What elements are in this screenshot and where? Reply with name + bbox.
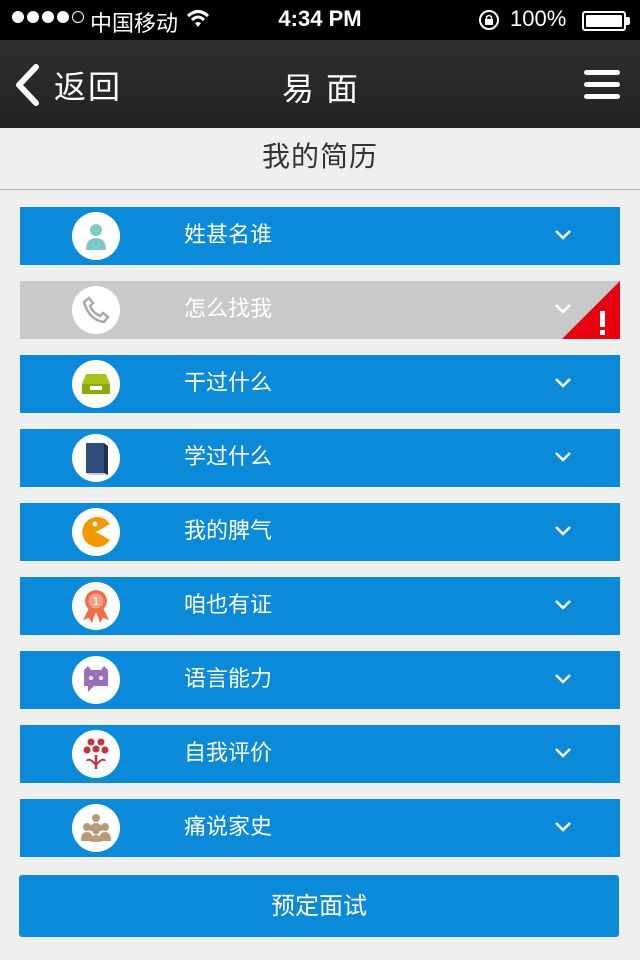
book-icon [72,434,120,482]
chevron-down-icon [555,822,571,832]
section-label: 我的脾气 [184,519,273,544]
chevron-down-icon [555,600,571,610]
section-name[interactable]: 姓甚名谁 [20,207,620,265]
section-self-evaluation[interactable]: 自我评价 [20,725,620,783]
warning-icon [562,281,620,339]
award-ribbon-icon: 1 [72,582,120,630]
section-label: 怎么找我 [184,297,273,322]
section-personality[interactable]: 我的脾气 [20,503,620,561]
chevron-down-icon [555,526,571,536]
chat-bubble-icon [72,656,120,704]
hamburger-icon [584,70,620,75]
section-label: 语言能力 [184,667,273,692]
page-heading-bar: 我的简历 [0,128,640,190]
person-icon [72,212,120,260]
chevron-down-icon [555,748,571,758]
section-family-background[interactable]: 痛说家史 [20,799,620,857]
section-label: 姓甚名谁 [184,223,273,248]
chevron-down-icon [555,230,571,240]
phone-icon [72,286,120,334]
menu-button[interactable] [584,70,620,100]
page-title: 我的简历 [261,140,378,173]
chevron-down-icon [555,674,571,684]
section-label: 自我评价 [184,741,273,766]
status-bar: 中国移动 4:34 PM 100% [0,0,640,40]
flower-icon [72,730,120,778]
rotation-lock-icon [478,9,500,35]
section-languages[interactable]: 语言能力 [20,651,620,709]
section-label: 痛说家史 [184,815,273,840]
section-education[interactable]: 学过什么 [20,429,620,487]
section-work-experience[interactable]: 干过什么 [20,355,620,413]
chevron-down-icon [555,378,571,388]
book-interview-button[interactable]: 预定面试 [19,875,619,937]
chevron-down-icon [555,452,571,462]
section-contact[interactable]: 怎么找我 [20,281,620,339]
svg-text:1: 1 [93,595,100,608]
battery-icon [582,11,630,31]
section-label: 咱也有证 [184,593,273,618]
app-title: 易面 [281,70,370,108]
section-label: 学过什么 [184,445,273,470]
battery-percentage: 100% [510,6,567,31]
inbox-tray-icon [72,360,120,408]
section-certificates[interactable]: 1 咱也有证 [20,577,620,635]
family-icon [72,804,120,852]
resume-section-list: 姓甚名谁 怎么找我 干过什么 学过什么 我的脾气 1 咱也有证 语言能力 自我评… [20,207,620,873]
pacman-icon [72,508,120,556]
section-label: 干过什么 [184,371,273,396]
nav-bar: 返回 易面 [0,40,640,128]
